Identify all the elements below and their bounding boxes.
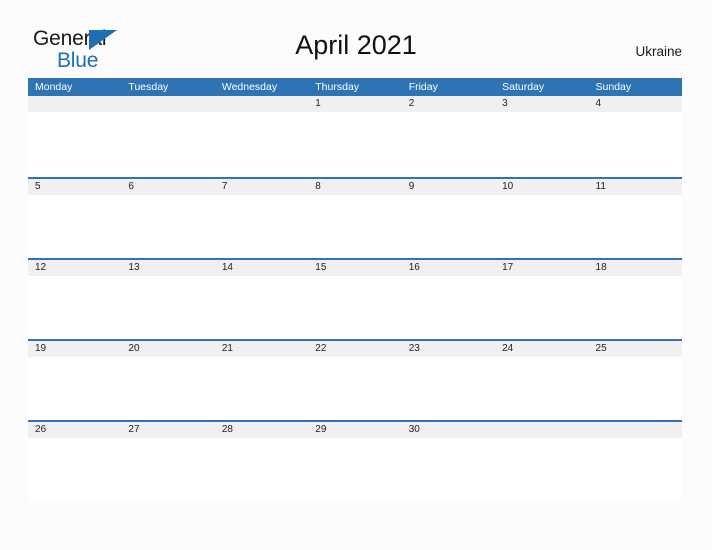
- calendar-day-cell[interactable]: 4: [589, 96, 682, 112]
- calendar-day-cell[interactable]: 7: [215, 179, 308, 195]
- week-date-band: 12 13 14 15 16 17 18: [28, 259, 682, 276]
- weekday-header-row: Monday Tuesday Wednesday Thursday Friday…: [28, 78, 682, 96]
- calendar-week-row: 1 2 3 4: [28, 96, 682, 177]
- week-date-band: 26 27 28 29 30: [28, 421, 682, 438]
- calendar-day-cell[interactable]: 20: [121, 341, 214, 357]
- calendar-day-cell[interactable]: 30: [402, 422, 495, 438]
- week-note-area[interactable]: [28, 194, 682, 258]
- calendar-day-cell[interactable]: 21: [215, 341, 308, 357]
- calendar-day-cell[interactable]: 14: [215, 260, 308, 276]
- weekday-header-thursday: Thursday: [315, 81, 360, 93]
- calendar-week-row: 19 20 21 22 23 24 25: [28, 339, 682, 420]
- weekday-header-sunday: Sunday: [595, 81, 632, 93]
- calendar-day-cell[interactable]: 15: [308, 260, 401, 276]
- calendar-day-cell[interactable]: [495, 422, 588, 438]
- calendar-day-cell[interactable]: 25: [589, 341, 682, 357]
- calendar-week-row: 26 27 28 29 30: [28, 420, 682, 501]
- week-note-area[interactable]: [28, 356, 682, 420]
- calendar-week-row: 5 6 7 8 9 10 11: [28, 177, 682, 258]
- page-title: April 2021: [295, 30, 417, 60]
- week-date-band: 5 6 7 8 9 10 11: [28, 178, 682, 195]
- week-note-area[interactable]: [28, 275, 682, 339]
- calendar-day-cell[interactable]: 13: [121, 260, 214, 276]
- calendar-day-cell[interactable]: [28, 96, 121, 112]
- calendar-day-cell[interactable]: 11: [589, 179, 682, 195]
- week-date-band: 1 2 3 4: [28, 96, 682, 112]
- calendar-day-cell[interactable]: 26: [28, 422, 121, 438]
- weekday-header-wednesday: Wednesday: [221, 81, 278, 93]
- calendar-day-cell[interactable]: [589, 422, 682, 438]
- calendar-day-cell[interactable]: [215, 96, 308, 112]
- calendar-day-cell[interactable]: 24: [495, 341, 588, 357]
- calendar-day-cell[interactable]: 9: [402, 179, 495, 195]
- calendar-grid: Monday Tuesday Wednesday Thursday Friday…: [28, 78, 682, 501]
- weekday-header-tuesday: Tuesday: [128, 81, 169, 93]
- calendar-day-cell[interactable]: 16: [402, 260, 495, 276]
- week-date-band: 19 20 21 22 23 24 25: [28, 340, 682, 357]
- calendar-day-cell[interactable]: 5: [28, 179, 121, 195]
- weekday-header-friday: Friday: [408, 81, 438, 93]
- week-note-area[interactable]: [28, 437, 682, 501]
- calendar-day-cell[interactable]: 1: [308, 96, 401, 112]
- calendar-day-cell[interactable]: 17: [495, 260, 588, 276]
- calendar-day-cell[interactable]: 3: [495, 96, 588, 112]
- calendar-day-cell[interactable]: 27: [121, 422, 214, 438]
- calendar-day-cell[interactable]: 6: [121, 179, 214, 195]
- page-header: General Blue April 2021 Ukraine: [0, 0, 712, 78]
- calendar-day-cell[interactable]: 8: [308, 179, 401, 195]
- calendar-week-row: 12 13 14 15 16 17 18: [28, 258, 682, 339]
- calendar-day-cell[interactable]: 23: [402, 341, 495, 357]
- calendar-day-cell[interactable]: 28: [215, 422, 308, 438]
- calendar-day-cell[interactable]: 22: [308, 341, 401, 357]
- calendar-day-cell[interactable]: 18: [589, 260, 682, 276]
- week-note-area[interactable]: [28, 112, 682, 177]
- calendar-day-cell[interactable]: 19: [28, 341, 121, 357]
- calendar-day-cell[interactable]: 10: [495, 179, 588, 195]
- country-label: Ukraine: [635, 44, 682, 59]
- calendar-day-cell[interactable]: 2: [402, 96, 495, 112]
- weekday-header-saturday: Saturday: [502, 81, 545, 93]
- calendar-day-cell[interactable]: 29: [308, 422, 401, 438]
- calendar-day-cell[interactable]: [121, 96, 214, 112]
- weekday-header-monday: Monday: [35, 81, 73, 93]
- calendar-day-cell[interactable]: 12: [28, 260, 121, 276]
